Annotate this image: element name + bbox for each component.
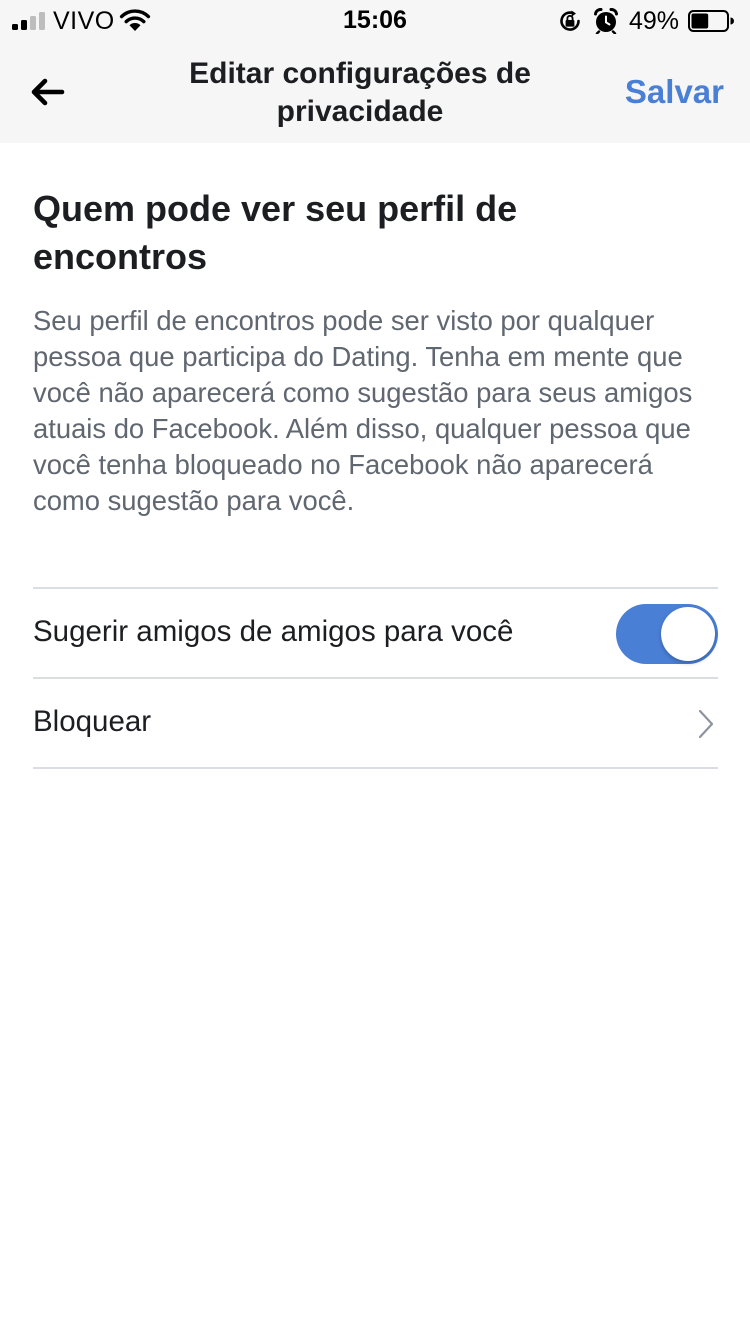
battery-icon [688,10,734,32]
battery-percent: 49% [629,7,680,35]
section-heading: Quem pode ver seu perfil de encontros [33,188,518,277]
suggest-friends-row[interactable]: Sugerir amigos de amigos para você [33,589,718,677]
page-title: Editar configurações de privacidade [189,57,531,128]
divider [33,767,718,769]
save-button[interactable]: Salvar [625,73,724,111]
toggle-knob [661,607,715,661]
chevron-right-icon [698,709,714,739]
suggest-friends-label: Sugerir amigos de amigos para você [33,615,514,648]
back-arrow-icon[interactable] [26,71,68,113]
section-description: Seu perfil de encontros pode ser visto p… [33,305,693,516]
block-label: Bloquear [33,705,152,738]
status-bar: VIVO 15:06 49% [0,0,750,40]
orientation-lock-icon [560,10,580,31]
navigation-bar: Editar configurações de privacidade Salv… [0,40,750,143]
block-row[interactable]: Bloquear [33,679,718,767]
suggest-friends-toggle[interactable] [616,604,718,664]
alarm-icon [594,8,618,34]
